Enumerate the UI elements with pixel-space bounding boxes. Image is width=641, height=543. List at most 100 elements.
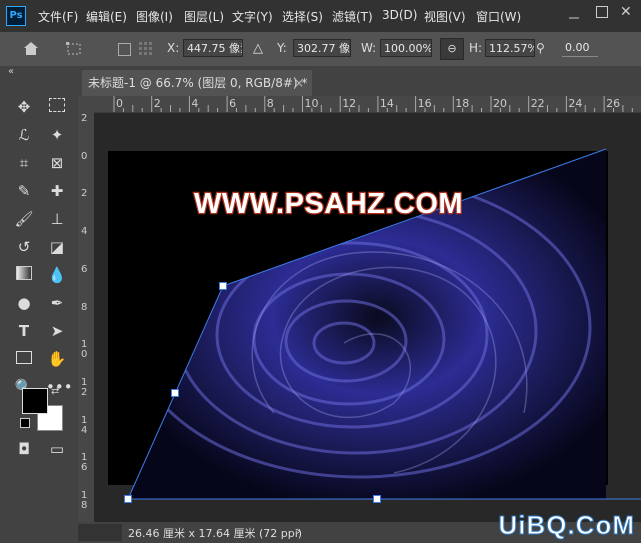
maximize-icon[interactable]	[596, 6, 608, 18]
stamp-tool-icon[interactable]: ⊥	[46, 208, 68, 230]
document-tab-bar: 未标题-1 @ 66.7% (图层 0, RGB/8#) * ×	[78, 66, 641, 96]
crop-tool-icon[interactable]: ⌗	[13, 152, 35, 174]
tab-document[interactable]: 未标题-1 @ 66.7% (图层 0, RGB/8#) * ×	[82, 70, 312, 96]
tab-close-icon[interactable]: ×	[294, 70, 304, 96]
photoshop-logo: Ps	[6, 6, 26, 26]
x-label: X:	[167, 41, 180, 55]
minimize-icon[interactable]	[568, 8, 580, 20]
ruler-top-label: 2	[153, 97, 161, 110]
ruler-top-label: 18	[455, 97, 470, 110]
dodge-tool-icon[interactable]: ●	[13, 292, 35, 314]
ruler-left-label: 8	[81, 301, 88, 313]
default-colors-icon[interactable]	[20, 418, 30, 428]
ruler-left-label: 1 6	[81, 452, 88, 474]
menu-item-8[interactable]: 视图(V)	[424, 8, 466, 25]
delta-icon: △	[253, 41, 263, 56]
ruler-left-label: 1 0	[81, 339, 88, 361]
menu-item-5[interactable]: 选择(S)	[282, 8, 323, 25]
menu-item-6[interactable]: 滤镜(T)	[332, 8, 373, 25]
vertical-ruler[interactable]: 2 0 2 4 6 8 1 0 1 2 1 4 1 6 1 8	[78, 112, 95, 522]
history-brush-icon[interactable]: ↺	[13, 236, 35, 258]
close-icon[interactable]: ✕	[620, 4, 632, 20]
collapse-panel-icon[interactable]: «	[8, 66, 14, 77]
eyedropper-icon[interactable]: ✎	[13, 180, 35, 202]
menu-item-2[interactable]: 图像(I)	[136, 8, 173, 25]
w-label: W:	[361, 41, 377, 55]
ruler-top-label: 12	[342, 97, 357, 110]
ruler-top-label: 14	[379, 97, 394, 110]
ruler-ticks	[113, 96, 633, 112]
pen-tool-icon[interactable]: ✒	[46, 292, 68, 314]
ruler-left-label: 1 4	[81, 414, 88, 436]
x-position-field[interactable]: 447.75 像素	[183, 39, 243, 57]
type-tool-icon[interactable]: T	[13, 320, 35, 342]
height-field[interactable]: 112.57%	[485, 39, 535, 57]
menu-item-7[interactable]: 3D(D)	[382, 8, 417, 22]
ruler-top-label: 0	[116, 97, 123, 110]
ruler-left-label: 6	[81, 263, 88, 275]
reference-point-checkbox[interactable]	[118, 43, 131, 56]
ruler-top-label: 26	[606, 97, 621, 110]
home-icon[interactable]	[22, 40, 40, 56]
document-canvas[interactable]: WWW.PSAHZ.COM	[94, 113, 641, 522]
ruler-left-label: 2	[81, 113, 88, 124]
frame-tool-icon[interactable]: ⊠	[46, 152, 68, 174]
quick-mask-icon[interactable]: ◘	[13, 438, 35, 460]
ruler-left-label: 1 8	[81, 490, 88, 511]
tab-title: 未标题-1 @ 66.7% (图层 0, RGB/8#) *	[88, 76, 308, 90]
path-selection-icon[interactable]: ➤	[46, 320, 68, 342]
y-position-field[interactable]: 302.77 像素	[293, 39, 351, 57]
rectangle-tool-icon[interactable]	[13, 348, 35, 370]
gradient-tool-icon[interactable]	[13, 264, 35, 286]
canvas-area[interactable]: WWW.PSAHZ.COM	[94, 113, 641, 522]
brush-tool-icon[interactable]: 🖌	[13, 208, 35, 230]
screen-mode-icon[interactable]: ▭	[46, 438, 68, 460]
ruler-left-label: 1 2	[81, 376, 88, 398]
zoom-field[interactable]	[78, 524, 122, 541]
y-label: Y:	[277, 41, 287, 55]
menu-item-1[interactable]: 编辑(E)	[86, 8, 127, 25]
transform-handle-left[interactable]	[171, 389, 179, 397]
site-watermark: UiBQ.CoM	[498, 510, 635, 541]
ruler-top-label: 20	[493, 97, 507, 110]
angle-field[interactable]: 0.00	[562, 39, 598, 57]
move-tool-icon[interactable]: ✥	[13, 96, 35, 118]
magic-wand-icon[interactable]: ✦	[46, 124, 68, 146]
healing-brush-icon[interactable]: ✚	[46, 180, 68, 202]
width-field[interactable]: 100.00%	[380, 39, 432, 57]
lasso-tool-icon[interactable]: ℒ	[13, 124, 35, 146]
menu-item-4[interactable]: 文字(Y)	[232, 8, 273, 25]
ruler-corner	[78, 96, 94, 112]
transform-tool-icon[interactable]	[64, 41, 84, 57]
marquee-tool-icon[interactable]	[46, 96, 68, 118]
menu-item-3[interactable]: 图层(L)	[184, 8, 224, 25]
menu-item-0[interactable]: 文件(F)	[38, 8, 78, 25]
options-bar: X: 447.75 像素 △ Y: 302.77 像素 W: 100.00% ⊖…	[0, 32, 641, 67]
ruler-left-label: 2	[81, 188, 88, 200]
ruler-top-label: 6	[229, 97, 237, 110]
swap-colors-icon[interactable]: ⇄	[51, 386, 59, 397]
transform-handle-top-left[interactable]	[219, 282, 227, 290]
ruler-top-label: 4	[191, 97, 199, 110]
tools-panel: « ✥ ℒ ✦ ⌗ ⊠ ✎ ✚ 🖌 ⊥ ↺ ◪ 💧 ● ✒ T ➤ ✋ 🔍 ••…	[0, 66, 78, 543]
foreground-color-swatch[interactable]	[22, 388, 48, 414]
horizontal-ruler[interactable]: 0 2 4 6 8 10 12 14 16 18 20 22 24 26	[94, 96, 641, 113]
ruler-top-label: 22	[530, 97, 545, 110]
transform-handle-bottom[interactable]	[373, 495, 381, 503]
ruler-left-label: 0	[81, 150, 88, 162]
blur-tool-icon[interactable]: 💧	[46, 264, 68, 286]
ruler-top-label: 24	[568, 97, 583, 110]
eraser-tool-icon[interactable]: ◪	[46, 236, 68, 258]
menu-item-9[interactable]: 窗口(W)	[476, 8, 521, 25]
hand-tool-icon[interactable]: ✋	[46, 348, 68, 370]
canvas-watermark-text: WWW.PSAHZ.COM	[194, 188, 463, 220]
document-size-text: 26.46 厘米 x 17.64 厘米 (72 ppi)	[128, 527, 303, 540]
link-icon[interactable]: ⊖	[440, 38, 464, 60]
h-label: H:	[469, 41, 483, 55]
menu-bar: Ps 文件(F) 编辑(E) 图像(I) 图层(L) 文字(Y) 选择(S) 滤镜(T) 3D…	[0, 0, 641, 32]
status-arrow-icon[interactable]: ›	[296, 524, 301, 538]
transform-handle-bottom-left[interactable]	[124, 495, 132, 503]
reference-point-icon[interactable]	[138, 41, 154, 57]
rotate-icon: ⚲	[536, 41, 545, 55]
ruler-top-label: 8	[266, 97, 274, 110]
